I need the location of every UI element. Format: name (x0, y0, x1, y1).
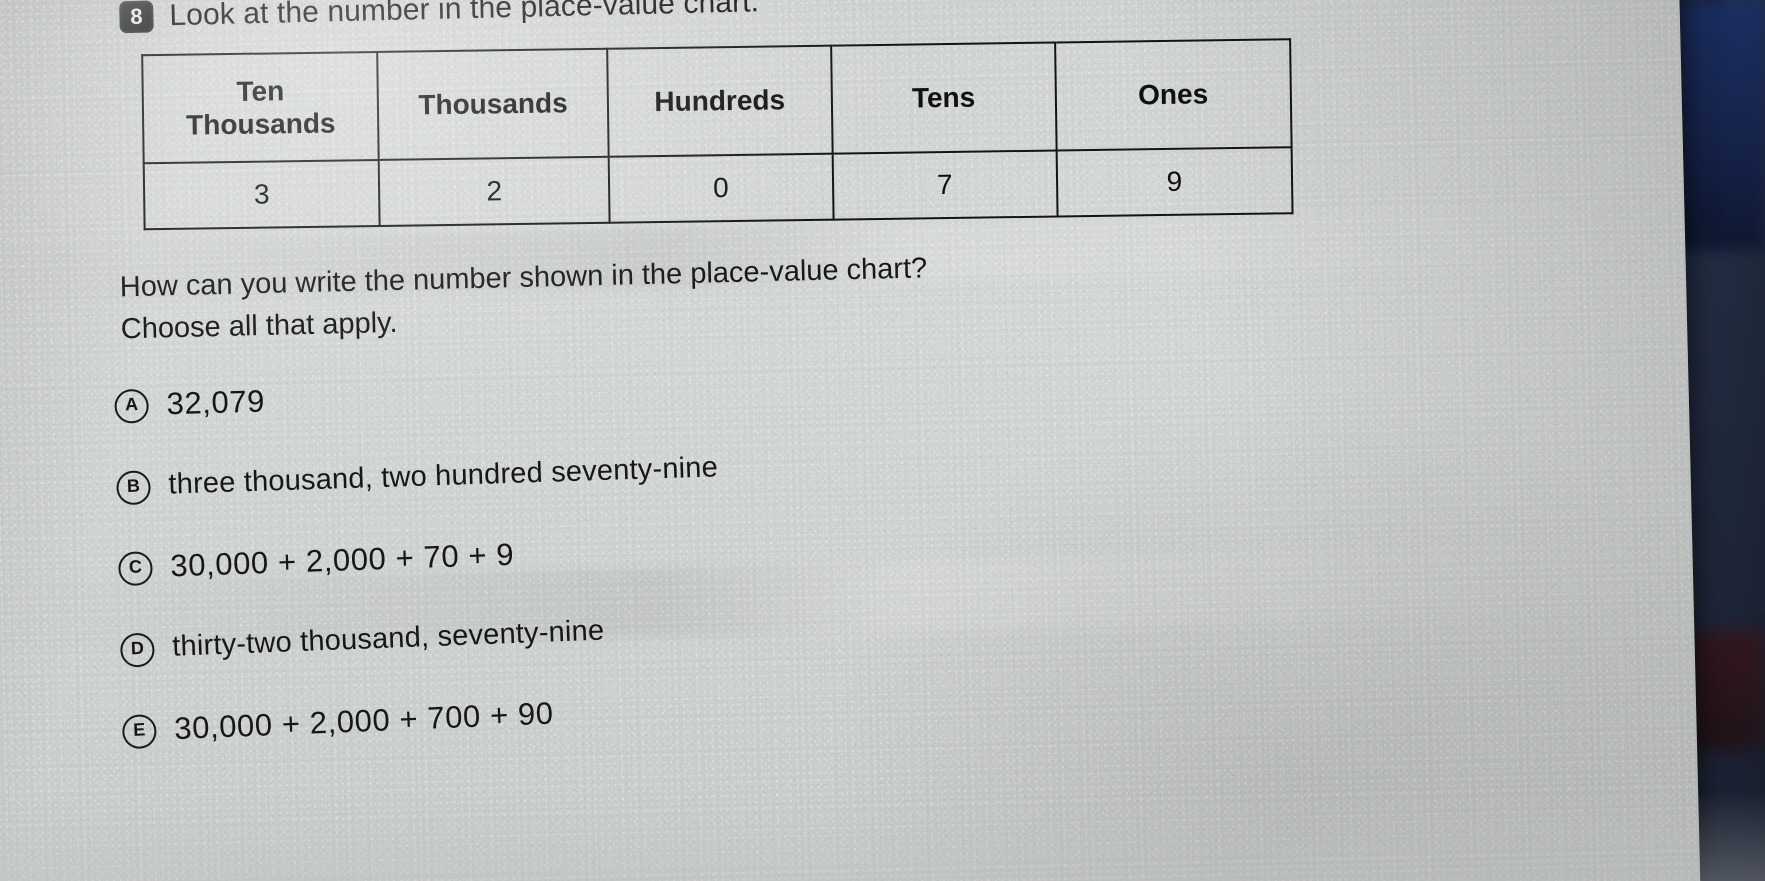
digit-thousands: 2 (379, 156, 610, 226)
question-prompt: How can you write the number shown in th… (119, 232, 1587, 351)
answer-option-c[interactable]: C 30,000 + 2,000 + 70 + 9 (117, 500, 1592, 587)
option-letter-b: B (116, 470, 152, 506)
table-header-row: Ten Thousands Thousands Hundreds Tens On… (142, 39, 1292, 164)
background-red-object (1685, 631, 1765, 751)
column-header-ten-thousands: Ten Thousands (142, 51, 380, 164)
option-text-c: 30,000 + 2,000 + 70 + 9 (169, 536, 515, 584)
option-letter-a: A (114, 388, 150, 424)
question-number-badge: 8 (119, 0, 154, 34)
worksheet-page: 8 Look at the number in the place-value … (0, 0, 1701, 881)
answer-option-d[interactable]: D thirty-two thousand, seventy-nine (119, 578, 1594, 668)
digit-ones: 9 (1056, 147, 1293, 217)
option-text-a: 32,079 (166, 383, 266, 422)
answer-option-e[interactable]: E 30,000 + 2,000 + 700 + 90 (121, 653, 1596, 750)
option-letter-d: D (119, 632, 156, 668)
column-header-hundreds: Hundreds (607, 45, 833, 157)
answer-options-list: A 32,079 B three thousand, two hundred s… (114, 347, 1596, 750)
question-header: 8 Look at the number in the place-value … (119, 0, 1579, 34)
place-value-table: Ten Thousands Thousands Hundreds Tens On… (141, 38, 1294, 231)
photographed-worksheet-scene: 8 Look at the number in the place-value … (0, 0, 1765, 881)
column-header-ones: Ones (1054, 39, 1292, 151)
option-text-d: thirty-two thousand, seventy-nine (171, 614, 605, 663)
answer-option-a[interactable]: A 32,079 (114, 347, 1588, 424)
digit-hundreds: 0 (608, 153, 834, 223)
digit-tens: 7 (832, 150, 1058, 220)
answer-option-b[interactable]: B three thousand, two hundred seventy-ni… (116, 424, 1590, 506)
header-line: Thousands (185, 107, 336, 141)
option-letter-e: E (121, 713, 158, 750)
column-header-thousands: Thousands (377, 48, 609, 160)
option-text-b: three thousand, two hundred seventy-nine (167, 451, 719, 501)
column-header-tens: Tens (830, 42, 1057, 154)
digit-ten-thousands: 3 (143, 159, 380, 230)
place-value-chart: Ten Thousands Thousands Hundreds Tens On… (141, 38, 1294, 231)
option-letter-c: C (117, 551, 154, 587)
header-line: Ten (236, 75, 285, 107)
option-text-e: 30,000 + 2,000 + 700 + 90 (173, 695, 555, 747)
worksheet-content: 8 Look at the number in the place-value … (114, 0, 1597, 780)
question-instruction: Look at the number in the place-value ch… (169, 0, 760, 33)
